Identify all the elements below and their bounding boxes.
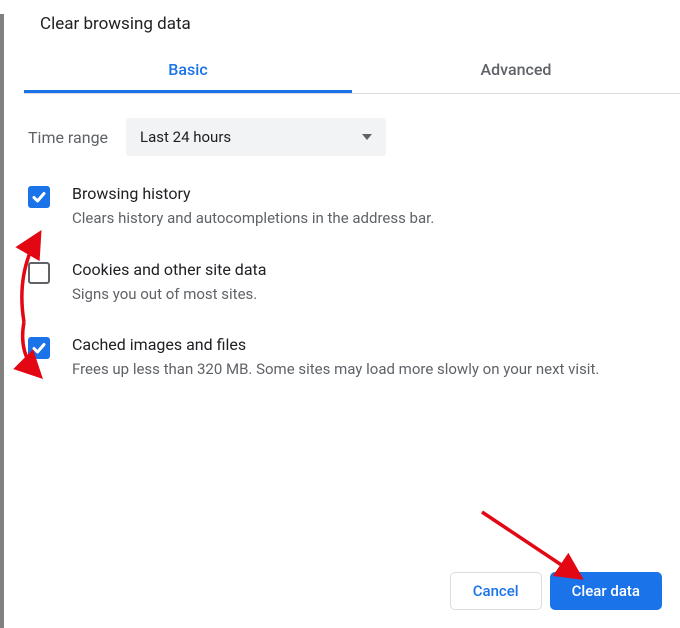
cancel-button[interactable]: Cancel bbox=[450, 572, 542, 610]
option-desc: Signs you out of most sites. bbox=[72, 283, 660, 306]
time-range-value: Last 24 hours bbox=[140, 128, 231, 146]
option-cookies: Cookies and other site data Signs you ou… bbox=[28, 260, 660, 306]
check-icon bbox=[31, 340, 47, 356]
option-cached: Cached images and files Frees up less th… bbox=[28, 335, 660, 381]
option-desc: Frees up less than 320 MB. Some sites ma… bbox=[72, 358, 660, 381]
option-desc: Clears history and autocompletions in th… bbox=[72, 207, 660, 230]
clear-data-button[interactable]: Clear data bbox=[550, 572, 662, 610]
tab-underline bbox=[24, 90, 352, 93]
time-range-label: Time range bbox=[28, 128, 108, 147]
checkbox-cookies[interactable] bbox=[28, 262, 50, 284]
option-browsing-history: Browsing history Clears history and auto… bbox=[28, 184, 660, 230]
option-title: Cached images and files bbox=[72, 335, 660, 354]
tabs-bar: Basic Advanced bbox=[24, 46, 680, 93]
tab-advanced[interactable]: Advanced bbox=[352, 46, 680, 93]
arrow-to-clear-button bbox=[482, 512, 578, 576]
option-title: Cookies and other site data bbox=[72, 260, 660, 279]
time-range-row: Time range Last 24 hours bbox=[28, 118, 660, 156]
checkbox-browsing-history[interactable] bbox=[28, 186, 50, 208]
time-range-select[interactable]: Last 24 hours bbox=[126, 118, 386, 156]
tab-basic[interactable]: Basic bbox=[24, 46, 352, 93]
check-icon bbox=[31, 189, 47, 205]
button-row: Cancel Clear data bbox=[450, 572, 662, 610]
dialog-title: Clear browsing data bbox=[40, 14, 660, 34]
chevron-down-icon bbox=[362, 134, 372, 140]
checkbox-cached[interactable] bbox=[28, 337, 50, 359]
option-title: Browsing history bbox=[72, 184, 660, 203]
